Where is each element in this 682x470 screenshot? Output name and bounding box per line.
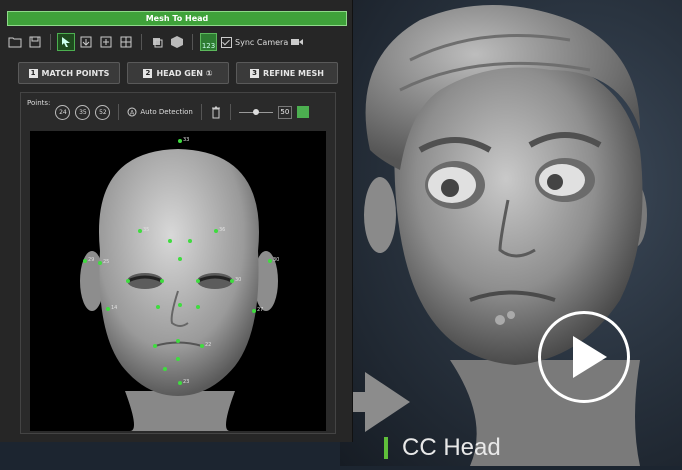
auto-detection-label: Auto Detection — [140, 108, 193, 116]
auto-detect-icon: A — [127, 107, 137, 117]
landmark-label: 29 — [88, 257, 94, 263]
landmark-label: 25 — [103, 259, 109, 265]
points-controls: Points: 24 35 52 A Auto Detection 50 — [27, 99, 327, 125]
trash-icon[interactable] — [210, 105, 222, 119]
tab-match-points[interactable]: 1 MATCH POINTS — [18, 62, 120, 84]
toolbar-separator — [229, 104, 231, 120]
landmark-label: 30 — [273, 257, 279, 263]
add-point-icon[interactable] — [98, 34, 114, 50]
sync-camera-label: Sync Camera — [235, 37, 289, 47]
step-number: 3 — [250, 68, 260, 78]
camera-icon — [291, 39, 304, 45]
toolbar-separator — [141, 34, 142, 50]
match-points-section: Points: 24 35 52 A Auto Detection 50 33 … — [20, 92, 336, 434]
mesh-dropdown-icon[interactable] — [169, 34, 185, 50]
landmark-label: 22 — [205, 342, 211, 348]
play-icon — [573, 336, 607, 378]
caption-accent-bar — [384, 437, 388, 459]
point-size-value[interactable]: 50 — [277, 105, 292, 119]
toolbar-separator — [192, 34, 193, 50]
toolbar-separator — [118, 104, 120, 120]
step-label: HEAD GEN ① — [156, 68, 213, 78]
caption: CC Head — [384, 432, 501, 464]
toolbar: 123 Sync Camera — [7, 30, 345, 54]
base-mesh-render: 33 35 36 29 30 14 27 25 30 22 23 — [80, 137, 279, 431]
numbering-toggle[interactable]: 123 — [200, 33, 217, 51]
caption-text: CC Head — [402, 434, 501, 461]
download-icon[interactable] — [78, 34, 94, 50]
toolbar-separator — [50, 34, 51, 50]
landmark-label: 14 — [111, 305, 117, 311]
toolbar-separator — [200, 104, 202, 120]
landmark-label: 36 — [219, 227, 225, 233]
points-label: Points: — [27, 99, 51, 107]
open-folder-icon[interactable] — [7, 34, 23, 50]
landmark-label: 23 — [183, 379, 189, 385]
mesh-to-head-panel: Mesh To Head 123 Sync Camera 1 MATCH POI… — [0, 0, 353, 442]
sync-camera-toggle[interactable]: Sync Camera — [221, 36, 304, 48]
window-title: Mesh To Head — [7, 11, 347, 26]
tab-head-gen[interactable]: 2 HEAD GEN ① — [127, 62, 229, 84]
sync-camera-checkbox[interactable] — [221, 36, 232, 48]
grid-icon[interactable] — [118, 34, 134, 50]
step-label: REFINE MESH — [263, 68, 324, 78]
point-color-swatch[interactable] — [296, 106, 309, 118]
landmark-label: 33 — [183, 137, 189, 143]
layers-dropdown-icon[interactable] — [149, 34, 165, 50]
landmark-label: 35 — [143, 227, 149, 233]
auto-detection-button[interactable]: A Auto Detection — [127, 107, 193, 117]
step-number: 2 — [143, 68, 153, 78]
points-option-52[interactable]: 52 — [95, 104, 111, 120]
point-size-slider[interactable] — [238, 108, 273, 115]
points-option-24[interactable]: 24 — [55, 104, 71, 120]
landmark-label: 27 — [257, 307, 263, 313]
play-button[interactable] — [538, 311, 630, 403]
step-tabs: 1 MATCH POINTS 2 HEAD GEN ① 3 REFINE MES… — [18, 62, 338, 84]
viewport[interactable]: 33 35 36 29 30 14 27 25 30 22 23 — [30, 131, 326, 431]
landmark-label: 30 — [235, 277, 241, 283]
step-label: MATCH POINTS — [41, 68, 110, 78]
points-option-35[interactable]: 35 — [75, 104, 91, 120]
select-arrow-icon[interactable] — [57, 33, 75, 51]
step-number: 1 — [28, 68, 38, 78]
tab-refine-mesh[interactable]: 3 REFINE MESH — [236, 62, 338, 84]
save-icon[interactable] — [27, 34, 43, 50]
